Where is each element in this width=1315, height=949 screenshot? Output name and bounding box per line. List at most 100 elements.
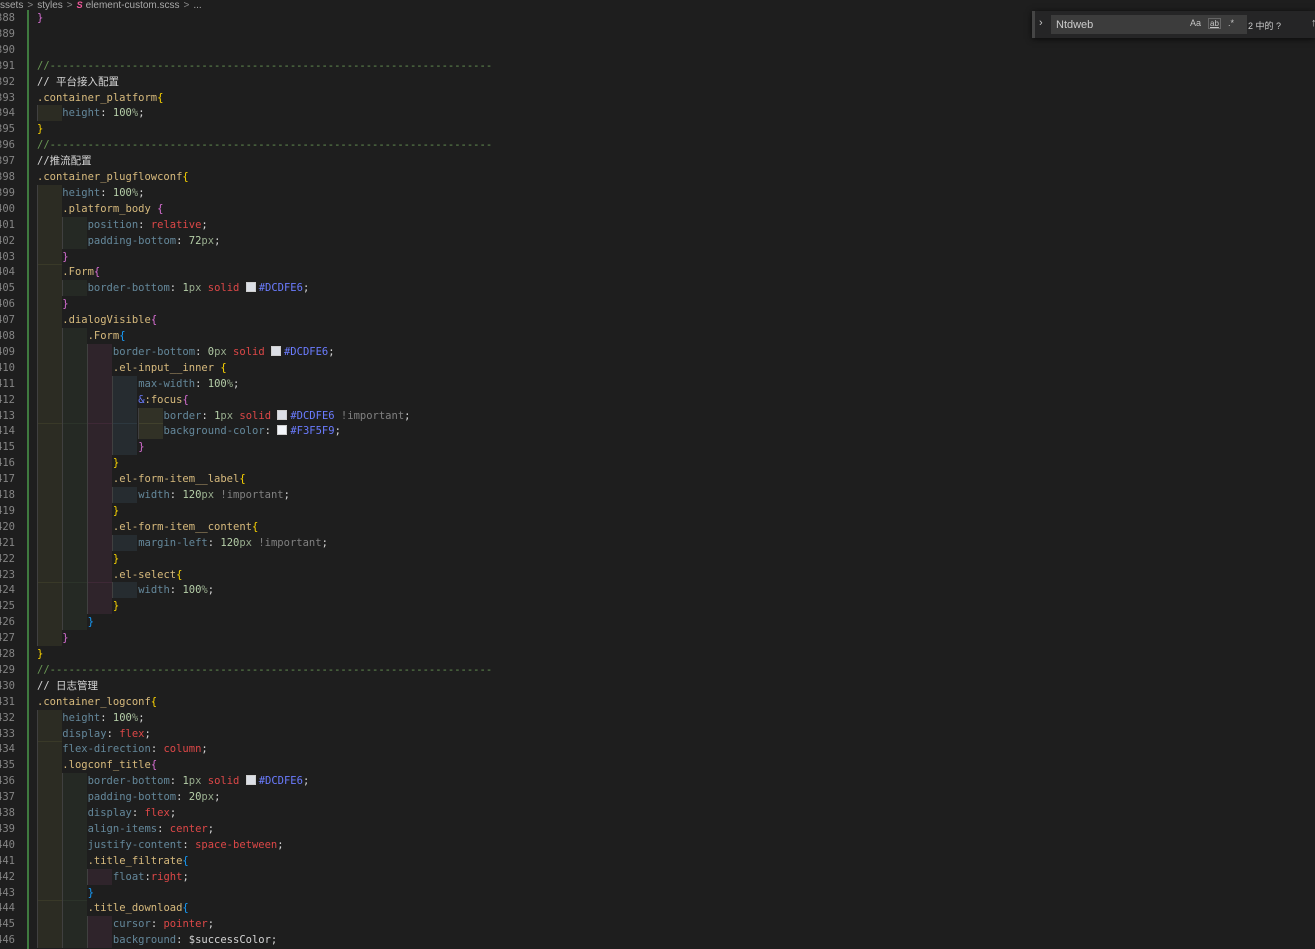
code-line[interactable]: 391 //-----------------------------------… (0, 58, 900, 74)
code-line[interactable]: 415} (0, 439, 900, 456)
code-line[interactable]: 426} (0, 614, 900, 631)
code-line[interactable]: 423 .el-select{ (0, 566, 900, 583)
code-line[interactable]: 406} (0, 296, 900, 313)
code-line[interactable]: 409 border-bottom: 0px solid #DCDFE6; (0, 343, 900, 360)
line-number: 443 (0, 886, 15, 899)
code-token: flex-direction (62, 743, 151, 756)
code-editor[interactable]: 388}389390391//-------------------------… (0, 10, 1315, 949)
code-line[interactable]: 437 padding-bottom: 20px; (0, 789, 900, 806)
color-swatch-icon[interactable] (245, 282, 256, 293)
code-text: &:focus{ (138, 392, 189, 408)
code-line[interactable]: 388} (0, 10, 900, 26)
code-line[interactable]: 411 max-width: 100%; (0, 375, 900, 392)
code-line[interactable]: 417 .el-form-item__label{ (0, 471, 900, 488)
color-swatch-icon[interactable] (270, 345, 281, 356)
code-line[interactable]: 410 .el-input__inner { (0, 359, 900, 376)
color-swatch-icon[interactable] (277, 425, 288, 436)
code-line[interactable]: 389 (0, 26, 900, 42)
indent-guide (37, 852, 62, 869)
code-line[interactable]: 424 width: 100%; (0, 582, 900, 599)
indent-guide (62, 455, 87, 472)
code-token: 120 (182, 489, 202, 501)
code-token: : (169, 489, 183, 501)
code-line[interactable]: 402 padding-bottom: 72px; (0, 232, 900, 249)
code-line[interactable]: 428} (0, 646, 900, 662)
code-line[interactable]: 442 float:right; (0, 868, 900, 885)
code-line[interactable]: 430 // 日志管理 (0, 678, 900, 694)
code-line[interactable]: 398 .container_plugflowconf{ (0, 169, 900, 185)
code-line[interactable]: 412 &:focus{ (0, 391, 900, 408)
code-line[interactable]: 422} (0, 550, 900, 567)
code-line[interactable]: 405 border-bottom: 1px solid #DCDFE6; (0, 280, 900, 297)
code-line[interactable]: 446 background: $successColor; (0, 932, 900, 949)
code-line[interactable]: 416} (0, 455, 900, 472)
line-number: 428 (0, 648, 15, 660)
color-swatch-icon[interactable] (277, 409, 288, 420)
arrow-up-icon[interactable]: ↑ (1311, 17, 1315, 29)
code-line[interactable]: 392 // 平台接入配置 (0, 74, 900, 90)
code-line[interactable]: 444 .title_download{ (0, 900, 900, 917)
code-line[interactable]: 425} (0, 598, 900, 615)
indent-guide (37, 328, 62, 344)
code-text: .Form{ (88, 328, 126, 344)
code-token: : (131, 807, 145, 819)
code-line[interactable]: 401 position: relative; (0, 216, 900, 233)
code-line[interactable]: 393 .container_platform{ (0, 90, 900, 106)
code-line[interactable]: 403} (0, 248, 900, 265)
breadcrumb-item-symbols[interactable]: ... (193, 0, 201, 11)
code-line[interactable]: 396 //-----------------------------------… (0, 137, 900, 153)
indent-guide (37, 932, 62, 949)
breadcrumb-item-file[interactable]: element-custom.scss (86, 0, 180, 11)
code-line[interactable]: 427} (0, 630, 900, 647)
code-line[interactable]: 413 border: 1px solid #DCDFE6 !important; (0, 407, 900, 424)
code-line[interactable]: 419} (0, 502, 900, 519)
indent-guide (62, 598, 87, 615)
whole-word-toggle[interactable]: ab (1208, 18, 1221, 29)
code-token: height (62, 186, 101, 199)
code-text: } (62, 249, 68, 265)
indent-guide (112, 487, 137, 503)
code-line[interactable]: 429 //-----------------------------------… (0, 662, 900, 678)
code-line[interactable]: 407 .dialogVisible{ (0, 312, 900, 329)
code-line[interactable]: 420 .el-form-item__content{ (0, 518, 900, 535)
code-line[interactable]: 435 .logconf_title{ (0, 757, 900, 774)
indent-guide (62, 566, 87, 583)
code-line[interactable]: 445 cursor: pointer; (0, 916, 900, 933)
code-line[interactable]: 395} (0, 121, 900, 137)
code-line[interactable]: 439 align-items: center; (0, 820, 900, 837)
code-line[interactable]: 436 border-bottom: 1px solid #DCDFE6; (0, 773, 900, 790)
code-token: : (201, 409, 215, 422)
code-line[interactable]: 438 display: flex; (0, 805, 900, 821)
code-line[interactable]: 433 display: flex; (0, 725, 900, 742)
breadcrumb-item-assets[interactable]: ssets (0, 0, 23, 11)
code-line[interactable]: 404 .Form{ (0, 264, 900, 281)
code-line[interactable]: 441 .title_filtrate{ (0, 852, 900, 869)
code-line[interactable]: 418 width: 120px !important; (0, 487, 900, 503)
indent-guide (62, 550, 87, 567)
code-text: .container_logconf{ (37, 694, 157, 710)
code-line[interactable]: 421 margin-left: 120px !important; (0, 534, 900, 551)
line-number: 402 (0, 234, 15, 247)
toggle-replace-chevron-icon[interactable]: › (1039, 17, 1043, 29)
code-line[interactable]: 397 //推流配置 (0, 153, 900, 169)
code-line[interactable]: 431 .container_logconf{ (0, 694, 900, 710)
regex-toggle[interactable]: .* (1228, 18, 1234, 28)
code-line[interactable]: 390 (0, 42, 900, 58)
code-line[interactable]: 400 .platform_body { (0, 200, 900, 217)
code-text: //--------------------------------------… (37, 58, 492, 74)
breadcrumb-item-styles[interactable]: styles (37, 0, 63, 11)
code-line[interactable]: 440 justify-content: space-between; (0, 836, 900, 853)
color-swatch-icon[interactable] (245, 775, 256, 786)
code-line[interactable]: 414 background-color: #F3F5F9; (0, 423, 900, 440)
code-line[interactable]: 432 height: 100%; (0, 709, 900, 726)
code-line[interactable]: 434 flex-direction: column; (0, 741, 900, 758)
match-case-toggle[interactable]: Aa (1190, 18, 1201, 28)
code-token: padding-bottom (87, 234, 177, 247)
code-line[interactable]: 394 height: 100%; (0, 105, 900, 122)
code-text: .dialogVisible{ (62, 312, 157, 328)
code-token: solid (207, 775, 240, 788)
code-line[interactable]: 408 .Form{ (0, 328, 900, 344)
code-line[interactable]: 399 height: 100%; (0, 184, 900, 201)
code-line[interactable]: 443} (0, 884, 900, 901)
code-token: display (62, 727, 107, 740)
